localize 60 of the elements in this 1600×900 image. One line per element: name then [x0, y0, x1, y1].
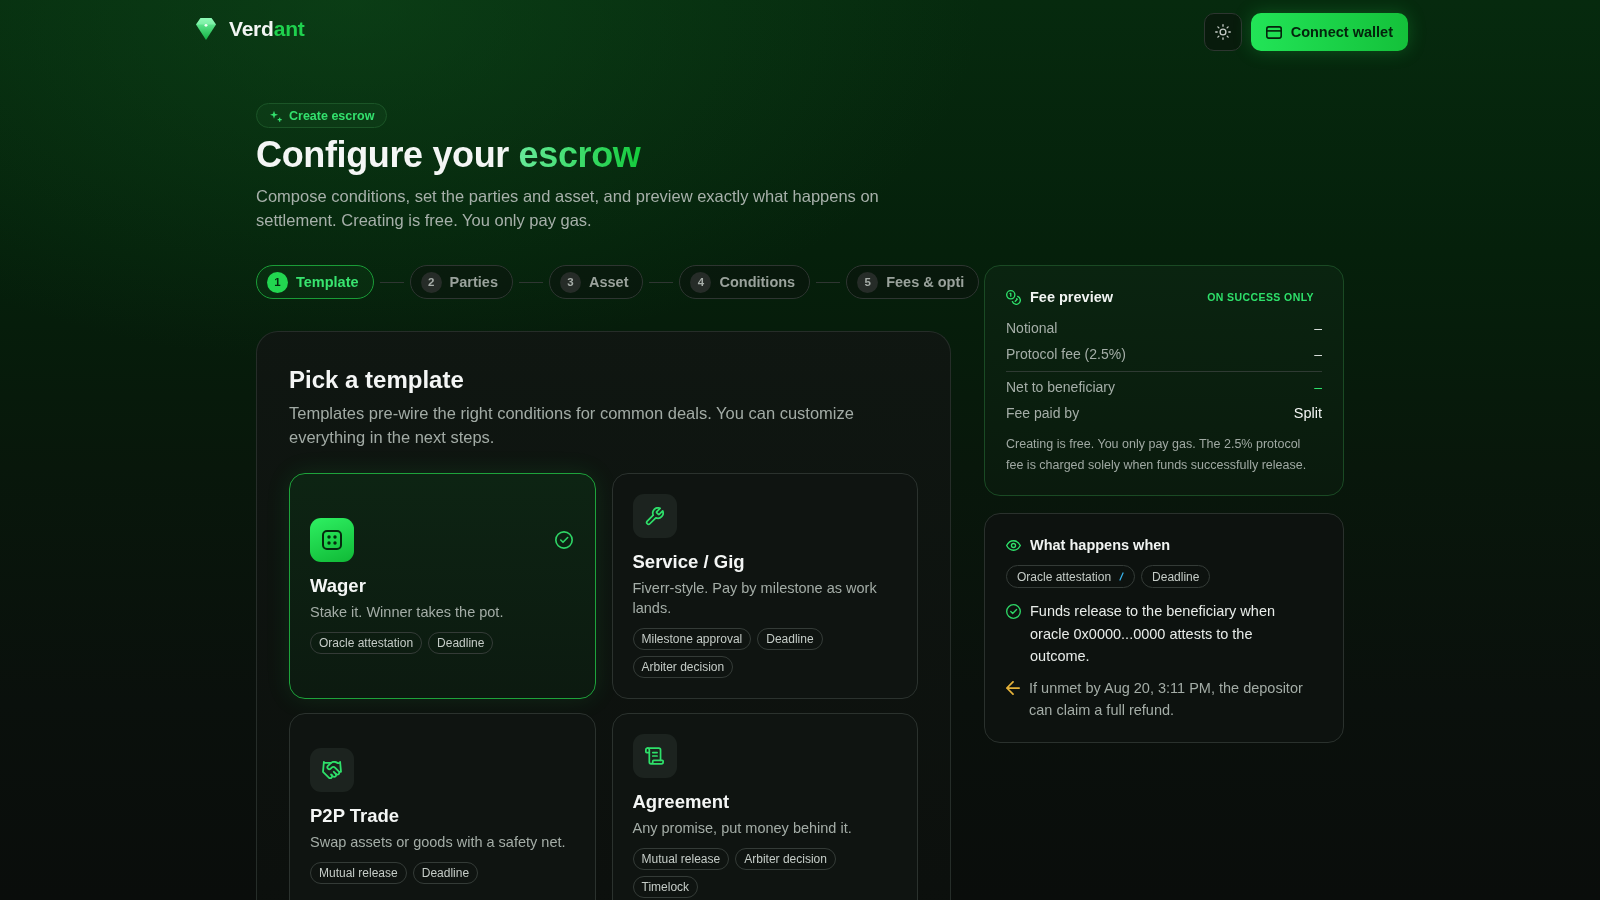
gem-logo-icon	[196, 17, 216, 40]
fee-label: Net to beneficiary	[1006, 379, 1115, 395]
check-circle-icon	[554, 531, 573, 549]
template-description: Fiverr-style. Pay by milestone as work lands.	[632, 579, 878, 618]
step-number-badge: 5	[857, 271, 879, 293]
arrow-left-icon	[1006, 680, 1020, 695]
outcome-text: If unmet by Aug 20, 3:11 PM, the depositor can claim a full refund.	[1029, 678, 1304, 720]
theme-toggle-button[interactable]	[1203, 13, 1242, 51]
page-subtitle: Compose conditions, set the parties and asset, and preview exactly what happens on settlement. Creating is free. You only pay gas.	[256, 186, 880, 231]
coins-icon	[1006, 289, 1021, 305]
status-label: ON SUCCESS ONLY	[1207, 291, 1314, 303]
template-description: Swap assets or goods with a safety net.	[310, 833, 567, 852]
fee-label: Notional	[1006, 320, 1058, 336]
check-circle-icon	[1006, 604, 1021, 619]
template-name: Wager	[310, 574, 367, 598]
section-title: Pick a template	[289, 365, 465, 395]
brand-name: Verdant	[229, 16, 305, 41]
template-description: Any promise, put money behind it.	[632, 819, 853, 838]
template-name: Service / Gig	[632, 550, 746, 574]
template-card[interactable]: Wager Stake it. Winner takes the pot. Oracle attestation Deadline	[289, 473, 596, 699]
step-number-badge: 1	[267, 271, 288, 293]
step-tab[interactable]: 5 Fees & opti	[846, 265, 980, 299]
fee-note: Creating is free. You only pay gas. The 2.5% protocol fee is charged solely when funds successfully release.	[1006, 436, 1308, 474]
wrench-icon	[632, 494, 677, 538]
slash-icon	[1119, 571, 1125, 582]
fee-label: Fee paid by	[1006, 405, 1080, 421]
badge-label: Create escrow	[289, 108, 375, 123]
fee-value: –	[1314, 379, 1322, 395]
step-number-badge: 3	[559, 271, 581, 293]
fee-value: –	[1314, 320, 1322, 336]
scroll-icon	[632, 734, 677, 778]
template-card[interactable]: P2P Trade Swap assets or goods with a safety net. Mutual release Deadline	[289, 713, 596, 900]
step-tab[interactable]: 2 Parties	[409, 265, 513, 299]
template-description: Stake it. Winner takes the pot.	[310, 603, 505, 622]
step-number-badge: 4	[690, 271, 712, 293]
sun-icon	[1214, 24, 1231, 40]
panel-title: Fee preview	[1030, 289, 1113, 305]
fee-value: –	[1314, 346, 1322, 362]
sparkle-icon	[270, 109, 282, 122]
panel-title: What happens when	[1030, 537, 1171, 553]
outcome-text: Funds release to the beneficiary when oracle 0x0000...0000 attests to the outcome.	[1030, 602, 1277, 666]
chip-label: Oracle attestation	[1017, 569, 1112, 584]
step-tab[interactable]: 3 Asset	[548, 265, 644, 299]
wallet-icon	[1265, 25, 1282, 39]
connect-wallet-button[interactable]: Connect wallet	[1250, 13, 1408, 51]
step-tab[interactable]: 4 Conditions	[679, 265, 811, 299]
template-card[interactable]: Agreement Any promise, put money behind it. Mutual release Arbiter decision Timelock	[611, 713, 918, 900]
template-name: Agreement	[632, 790, 731, 814]
handshake-icon	[310, 748, 354, 792]
step-tab[interactable]: 1 Template	[256, 265, 374, 299]
page-title: Configure your escrow	[256, 133, 642, 177]
section-description: Templates pre-wire the right conditions for common deals. You can customize everything in the next steps.	[289, 403, 855, 448]
template-name: P2P Trade	[310, 804, 401, 828]
eye-icon	[1006, 539, 1021, 551]
chip-label: Deadline	[1152, 569, 1200, 584]
template-card[interactable]: Service / Gig Fiverr-style. Pay by milestone as work lands. Milestone approval Deadline Arbiter decision	[611, 473, 918, 699]
step-number-badge: 2	[420, 271, 442, 293]
dice-icon	[310, 518, 354, 562]
fee-label: Protocol fee (2.5%)	[1006, 346, 1126, 362]
fee-value: Split	[1293, 405, 1322, 421]
